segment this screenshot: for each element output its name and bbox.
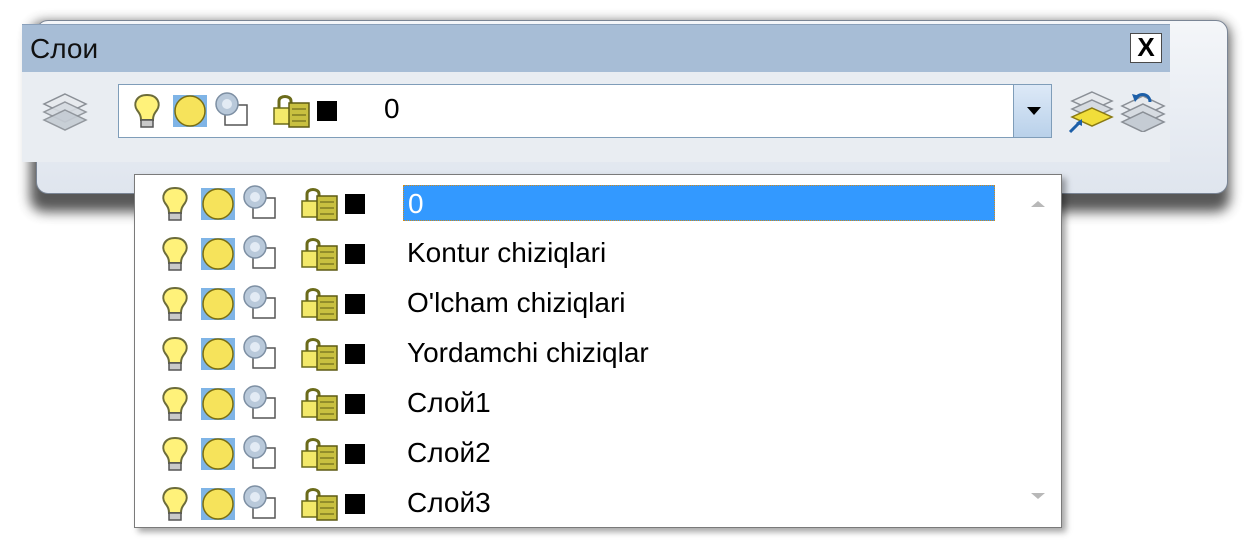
layer-name: O'lcham chiziqlari [407,287,626,318]
make-object-layer-current-icon[interactable] [1066,88,1116,134]
viewport-freeze-icon [243,435,276,469]
layer-previous-icon[interactable] [1120,88,1166,132]
padlock-icon [301,288,338,321]
padlock-icon [301,238,338,271]
color-swatch-icon [345,194,365,214]
window-title: Слои [30,33,99,64]
sun-icon [201,388,235,420]
layer-name: Слой2 [407,437,491,468]
color-swatch-icon [345,294,365,314]
sun-icon [201,238,235,270]
scroll-up-arrow-icon[interactable] [1031,201,1045,207]
titlebar[interactable]: Слои X [22,24,1170,73]
layer-list-item[interactable]: O'lcham chiziqlari [135,279,1015,329]
layer-state-icons[interactable] [157,434,407,474]
layer-state-icons[interactable] [157,234,407,274]
sun-icon [201,488,235,520]
lightbulb-icon [134,93,160,128]
layer-name: Слой3 [407,487,491,518]
lightbulb-icon [162,186,188,221]
layer-state-icons[interactable] [157,484,407,524]
viewport-freeze-icon [243,335,276,369]
sun-icon [201,438,235,470]
toolbar-body: 0 [22,72,1170,162]
lightbulb-icon [162,436,188,471]
padlock-icon [273,95,310,128]
layer-name: 0 [403,185,995,221]
sun-icon [201,338,235,370]
viewport-freeze-icon [243,385,276,419]
layer-list-item[interactable]: Yordamchi chiziqlar [135,329,1015,379]
padlock-icon [301,188,338,221]
viewport-freeze-icon [243,235,276,269]
color-swatch-icon [345,444,365,464]
lightbulb-icon [162,486,188,521]
layer-name: Kontur chiziqlari [407,237,607,268]
padlock-icon [301,338,338,371]
lightbulb-icon [162,236,188,271]
layer-dropdown-list[interactable]: 0 Kontur chiziqlari O'lcham chiziqlari Y… [134,174,1062,528]
scroll-down-arrow-icon[interactable] [1031,493,1045,499]
lightbulb-icon [162,386,188,421]
viewport-freeze-icon [215,92,248,126]
viewport-freeze-icon [243,185,276,219]
layer-state-icons[interactable] [157,284,407,324]
color-swatch-icon [345,494,365,514]
sun-icon [201,188,235,220]
color-swatch-icon [345,244,365,264]
current-layer-name: 0 [384,93,400,124]
layers-stack-icon[interactable] [42,92,88,132]
sun-icon [173,95,207,127]
color-swatch-icon [345,394,365,414]
layer-name: Yordamchi chiziqlar [407,337,649,368]
viewport-freeze-icon [243,485,276,519]
viewport-freeze-icon [243,285,276,319]
padlock-icon [301,438,338,471]
combo-dropdown-arrow[interactable] [1013,85,1051,137]
dropdown-scrollbar[interactable] [1013,175,1061,527]
layer-combo[interactable]: 0 [118,84,1052,138]
layer-list-item[interactable]: Слой1 [135,379,1015,429]
layer-name: Слой1 [407,387,491,418]
close-button[interactable]: X [1130,33,1162,63]
color-swatch-icon [317,101,337,121]
current-layer-icons [129,91,379,131]
layer-list-item[interactable]: Kontur chiziqlari [135,229,1015,279]
layer-state-icons[interactable] [157,184,407,224]
layer-state-icons[interactable] [157,384,407,424]
sun-icon [201,288,235,320]
lightbulb-icon [162,286,188,321]
layer-state-icons[interactable] [157,334,407,374]
layer-list-item[interactable]: Слой2 [135,429,1015,479]
padlock-icon [301,488,338,521]
layer-list-item[interactable]: 0 [135,179,1015,229]
lightbulb-icon [162,336,188,371]
color-swatch-icon [345,344,365,364]
layer-list-item[interactable]: Слой3 [135,479,1015,529]
padlock-icon [301,388,338,421]
